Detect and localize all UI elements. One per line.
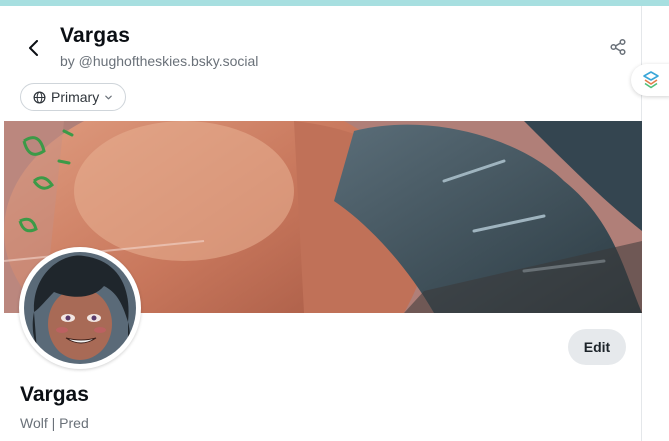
layers-icon [643, 71, 659, 89]
profile-description: Wolf | Pred [20, 415, 89, 431]
page-subtitle: by @hughoftheskies.bsky.social [60, 53, 259, 69]
share-icon [610, 38, 626, 56]
avatar[interactable] [24, 252, 136, 364]
top-accent-strip [0, 0, 669, 6]
feed-selector-button[interactable]: Primary [20, 83, 127, 111]
chevron-down-icon [105, 95, 113, 99]
profile-display-name: Vargas [20, 383, 89, 406]
floating-extension-widget[interactable] [631, 64, 669, 96]
globe-icon [33, 91, 46, 103]
page-title: Vargas [60, 24, 131, 47]
share-button[interactable] [606, 35, 630, 59]
chevron-left-icon [29, 40, 38, 56]
feed-selector-label: Primary [51, 89, 100, 105]
back-button[interactable] [22, 36, 46, 60]
edit-profile-button[interactable]: Edit [568, 329, 626, 365]
